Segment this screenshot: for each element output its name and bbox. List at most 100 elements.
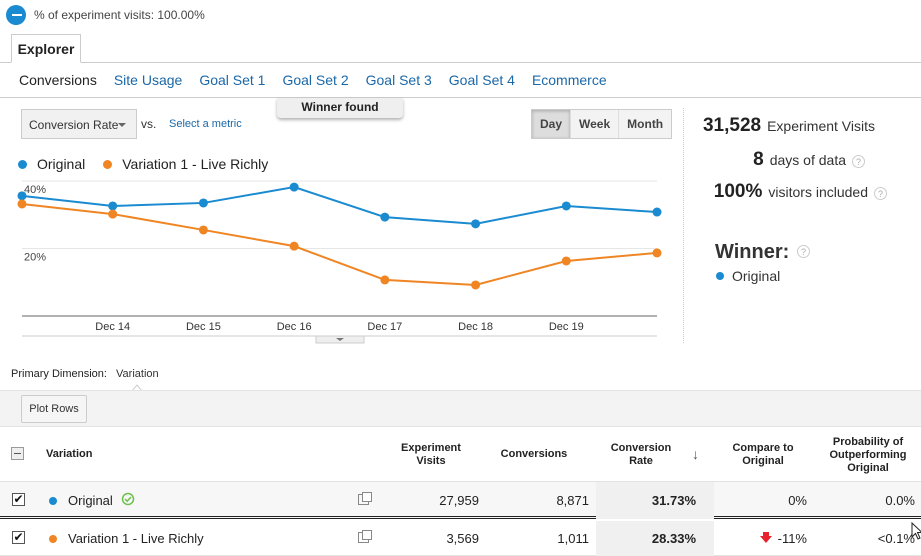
data-point-variation — [561, 256, 571, 266]
data-point-original — [380, 212, 390, 222]
stat-visits-label: Experiment Visits — [767, 118, 875, 134]
conversions-value: 8,871 — [556, 493, 589, 508]
variation-name[interactable]: Original — [68, 493, 113, 508]
compare-value: 0% — [788, 493, 807, 508]
y-tick-label: 40% — [24, 184, 46, 196]
stat-days-value: 8 — [753, 149, 764, 170]
data-point-original — [289, 182, 299, 192]
data-point-original — [561, 201, 571, 211]
subnav-ecommerce[interactable]: Ecommerce — [532, 72, 607, 88]
table-toolbar — [0, 390, 921, 427]
variation-color-dot — [49, 497, 57, 505]
data-point-variation — [652, 248, 662, 258]
winner-check-icon — [121, 492, 135, 506]
x-tick-label: Dec 16 — [277, 321, 312, 333]
table-row[interactable]: ✔ Variation 1 - Live Richly 3,569 1,011 … — [0, 521, 921, 556]
table-row[interactable]: ✔ Original 27,959 8,871 31.73% 0% 0.0% — [0, 482, 921, 519]
series-line-original — [21, 186, 658, 225]
metric-select[interactable]: Conversion Rate — [21, 109, 137, 139]
stat-visits: 31,528 Experiment Visits — [703, 115, 875, 137]
data-point-variation — [380, 275, 390, 285]
th-conversion-rate[interactable]: Conversion Rate — [610, 442, 672, 468]
x-tick-label: Dec 18 — [458, 321, 493, 333]
probability-value: <0.1% — [877, 531, 915, 546]
winner-dot — [716, 272, 724, 280]
conversions-value: 1,011 — [557, 531, 589, 546]
variation-color-dot — [49, 535, 57, 543]
rate-value: 31.73% — [651, 493, 696, 508]
data-point-variation — [17, 199, 27, 209]
conversion-rate-chart: 20% 40% Dec 14 Dec 15 Dec 16 Dec 17 Dec 18 Dec … — [17, 180, 662, 344]
winner-title: Winner: — [715, 241, 790, 263]
tab-explorer[interactable]: Explorer — [11, 34, 81, 63]
stats-divider — [683, 108, 684, 343]
tab-strip-line — [0, 62, 921, 63]
help-icon[interactable]: ? — [874, 187, 887, 200]
vs-label: vs. — [141, 117, 157, 131]
th-conversions[interactable]: Conversions — [494, 448, 574, 461]
select-metric-link[interactable]: Select a metric — [169, 118, 242, 130]
x-tick-label: Dec 19 — [549, 321, 584, 333]
arrow-down-red-icon — [760, 532, 772, 543]
variation-name[interactable]: Variation 1 - Live Richly — [68, 531, 204, 546]
row-checkbox[interactable]: ✔ — [12, 531, 25, 544]
data-point-variation — [108, 209, 118, 219]
primary-dimension: Primary Dimension: Variation — [11, 368, 159, 380]
subnav-divider — [0, 97, 921, 98]
subnav-goal-set-2[interactable]: Goal Set 2 — [282, 72, 348, 88]
stat-days-label: days of data — [769, 152, 846, 168]
th-visits[interactable]: Experiment Visits — [392, 442, 470, 468]
legend-dot-original — [18, 159, 27, 169]
primary-dimension-value[interactable]: Variation — [116, 368, 159, 380]
primary-dimension-label: Primary Dimension: — [11, 368, 107, 380]
th-compare[interactable]: Compare to Original — [722, 442, 804, 468]
report-subnav: Conversions Site Usage Goal Set 1 Goal S… — [19, 72, 607, 88]
data-point-variation — [471, 280, 481, 290]
data-point-variation — [198, 225, 208, 235]
data-point-original — [17, 191, 27, 201]
minus-icon — [14, 453, 21, 454]
subnav-goal-set-3[interactable]: Goal Set 3 — [366, 72, 432, 88]
segment-pie-icon[interactable] — [6, 5, 26, 25]
help-icon[interactable]: ? — [852, 155, 865, 168]
range-day-button[interactable]: Day — [532, 110, 571, 138]
x-tick-label: Dec 17 — [367, 321, 402, 333]
winner-found-banner: Winner found — [277, 98, 403, 118]
data-point-variation — [289, 241, 299, 251]
help-icon[interactable]: ? — [797, 245, 810, 258]
th-probability[interactable]: Probability of Outperforming Original — [818, 436, 918, 475]
x-tick-label: Dec 15 — [186, 321, 221, 333]
data-point-original — [108, 201, 118, 211]
plot-rows-button[interactable]: Plot Rows — [21, 395, 87, 423]
range-week-button[interactable]: Week — [570, 110, 619, 138]
mouse-cursor-icon — [911, 522, 921, 540]
data-point-original — [471, 219, 481, 229]
segment-label: % of experiment visits: 100.00% — [34, 8, 205, 22]
row-checkbox[interactable]: ✔ — [12, 493, 25, 506]
subnav-conversions[interactable]: Conversions — [19, 72, 97, 88]
select-all-checkbox[interactable] — [11, 447, 24, 460]
range-month-button[interactable]: Month — [618, 110, 672, 138]
subnav-goal-set-1[interactable]: Goal Set 1 — [199, 72, 265, 88]
subnav-goal-set-4[interactable]: Goal Set 4 — [449, 72, 515, 88]
data-point-original — [652, 207, 662, 217]
date-range-toggle: Day Week Month — [531, 109, 673, 139]
open-in-new-icon[interactable] — [358, 530, 372, 543]
metric-select-value: Conversion Rate — [29, 118, 119, 132]
stat-included-value: 100% — [713, 181, 763, 202]
stats-panel: 31,528 Experiment Visits 8 days of data … — [690, 113, 920, 243]
table-header: Variation Experiment Visits Conversions … — [0, 428, 921, 482]
winner-item: Original — [716, 268, 780, 284]
rate-value: 28.33% — [651, 531, 696, 546]
data-point-original — [198, 198, 208, 208]
series-line-variation — [21, 202, 658, 286]
sort-arrow-down-icon[interactable]: ↓ — [692, 446, 699, 462]
compare-value: -11% — [777, 531, 807, 546]
subnav-site-usage[interactable]: Site Usage — [114, 72, 182, 88]
stat-visits-value: 31,528 — [702, 115, 762, 136]
th-variation[interactable]: Variation — [46, 448, 92, 461]
visits-value: 27,959 — [439, 493, 479, 508]
x-tick-label: Dec 14 — [95, 321, 130, 333]
stat-included-label: visitors included — [768, 184, 868, 200]
open-in-new-icon[interactable] — [358, 492, 372, 505]
